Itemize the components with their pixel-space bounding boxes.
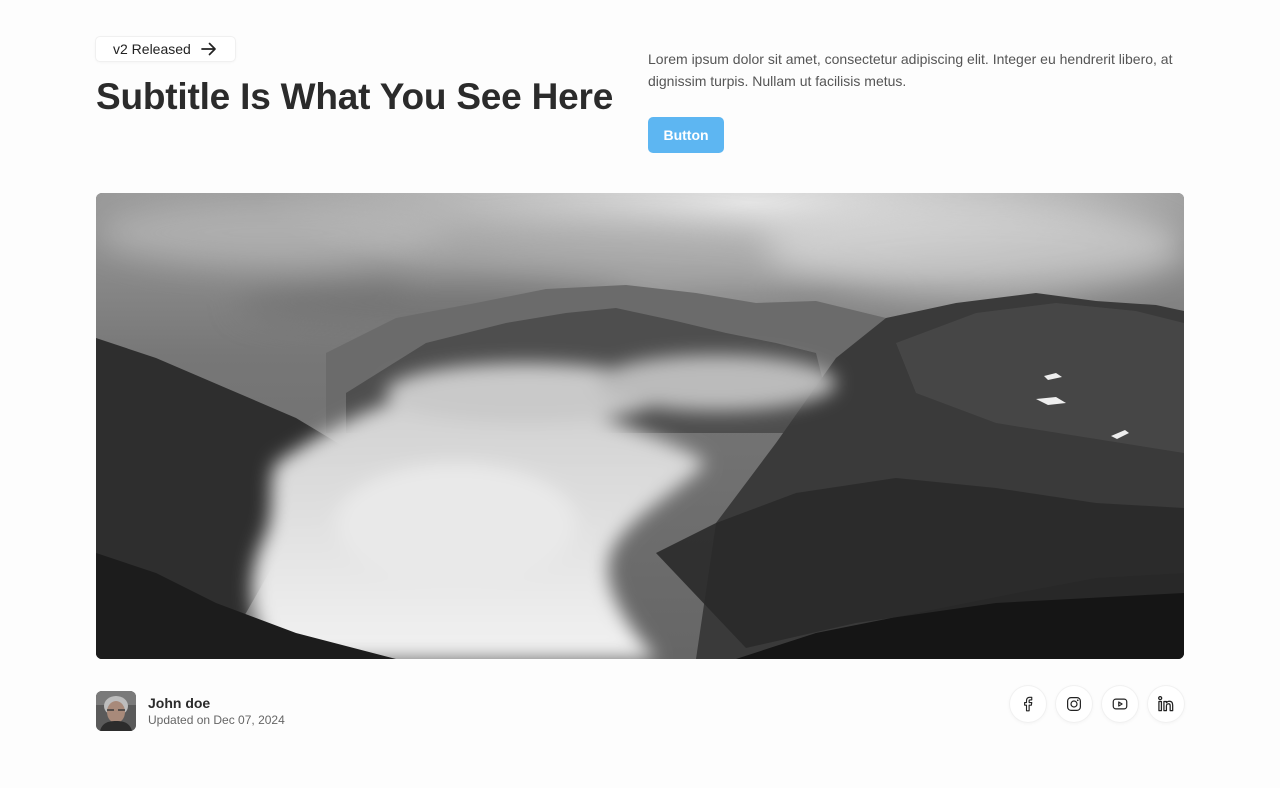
release-badge[interactable]: v2 Released [96, 37, 235, 61]
social-youtube-button[interactable] [1102, 686, 1138, 722]
linkedin-icon [1156, 694, 1176, 714]
hero-image [96, 193, 1184, 659]
social-instagram-button[interactable] [1056, 686, 1092, 722]
arrow-right-icon [200, 42, 217, 56]
page-title: Subtitle Is What You See Here [96, 76, 614, 117]
facebook-icon [1019, 695, 1037, 713]
author-text: John doe Updated on Dec 07, 2024 [148, 694, 285, 728]
social-facebook-button[interactable] [1010, 686, 1046, 722]
instagram-icon [1065, 695, 1083, 713]
page-description: Lorem ipsum dolor sit amet, consectetur … [648, 51, 1173, 89]
social-linkedin-button[interactable] [1148, 686, 1184, 722]
social-links [1010, 686, 1184, 722]
updated-date: Updated on Dec 07, 2024 [148, 713, 285, 727]
release-badge-label: v2 Released [113, 41, 191, 57]
youtube-icon [1110, 695, 1130, 713]
author-info: John doe Updated on Dec 07, 2024 [96, 691, 285, 731]
primary-button[interactable]: Button [648, 117, 724, 153]
author-name: John doe [148, 695, 211, 711]
author-avatar[interactable] [96, 691, 136, 731]
